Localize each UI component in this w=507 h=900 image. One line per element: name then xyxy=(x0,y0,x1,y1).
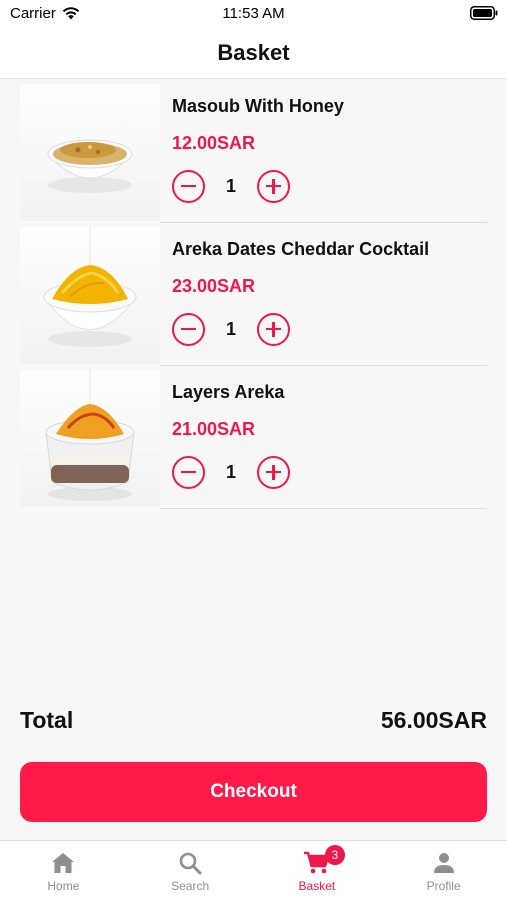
item-name: Layers Areka xyxy=(172,382,285,402)
quantity-value: 1 xyxy=(225,318,236,339)
tab-label: Home xyxy=(47,879,80,893)
cart-count-badge: 3 xyxy=(324,845,345,865)
battery-icon xyxy=(470,6,498,20)
total-summary: Total 56.00SAR xyxy=(20,705,487,735)
checkout-button[interactable]: Checkout xyxy=(20,762,487,822)
increase-quantity-button[interactable] xyxy=(257,312,290,346)
basket-item: Masoub With Honey 12.00SAR 1 xyxy=(20,80,487,223)
quantity-stepper: 1 xyxy=(172,311,290,347)
clock: 11:53 AM xyxy=(222,5,285,22)
item-name: Masoub With Honey xyxy=(172,96,344,116)
item-price: 21.00SAR xyxy=(172,419,256,439)
quantity-stepper: 1 xyxy=(172,168,290,204)
quantity-stepper: 1 xyxy=(172,454,290,490)
product-image[interactable] xyxy=(20,370,160,507)
home-icon xyxy=(52,853,75,873)
person-icon xyxy=(433,853,454,873)
item-price: 23.00SAR xyxy=(172,276,256,296)
basket-item: Layers Areka 21.00SAR 1 xyxy=(20,366,487,509)
search-icon xyxy=(179,852,202,875)
tab-basket[interactable]: 3 Basket xyxy=(254,841,381,900)
total-label: Total xyxy=(20,706,74,733)
item-name: Areka Dates Cheddar Cocktail xyxy=(172,239,430,259)
decrease-quantity-button[interactable] xyxy=(172,455,205,489)
product-image[interactable] xyxy=(20,84,160,221)
item-price: 12.00SAR xyxy=(172,133,256,153)
tab-label: Profile xyxy=(426,879,461,893)
product-image[interactable] xyxy=(20,227,160,364)
tab-label: Basket xyxy=(298,879,336,893)
row-divider xyxy=(160,508,487,509)
navigation-bar: Basket xyxy=(0,28,507,79)
tab-home[interactable]: Home xyxy=(0,841,127,900)
tab-bar: Home Search 3 Basket Profile xyxy=(0,840,507,900)
total-amount: 56.00SAR xyxy=(380,706,487,733)
basket-item: Areka Dates Cheddar Cocktail 23.00SAR 1 xyxy=(20,223,487,366)
increase-quantity-button[interactable] xyxy=(257,169,290,203)
page-title: Basket xyxy=(217,40,290,65)
status-bar: Carrier 11:53 AM xyxy=(0,0,507,28)
increase-quantity-button[interactable] xyxy=(257,455,290,489)
quantity-value: 1 xyxy=(225,461,236,482)
quantity-value: 1 xyxy=(225,175,236,196)
decrease-quantity-button[interactable] xyxy=(172,312,205,346)
tab-profile[interactable]: Profile xyxy=(380,841,507,900)
decrease-quantity-button[interactable] xyxy=(172,169,205,203)
tab-label: Search xyxy=(171,879,210,893)
tab-search[interactable]: Search xyxy=(127,841,254,900)
